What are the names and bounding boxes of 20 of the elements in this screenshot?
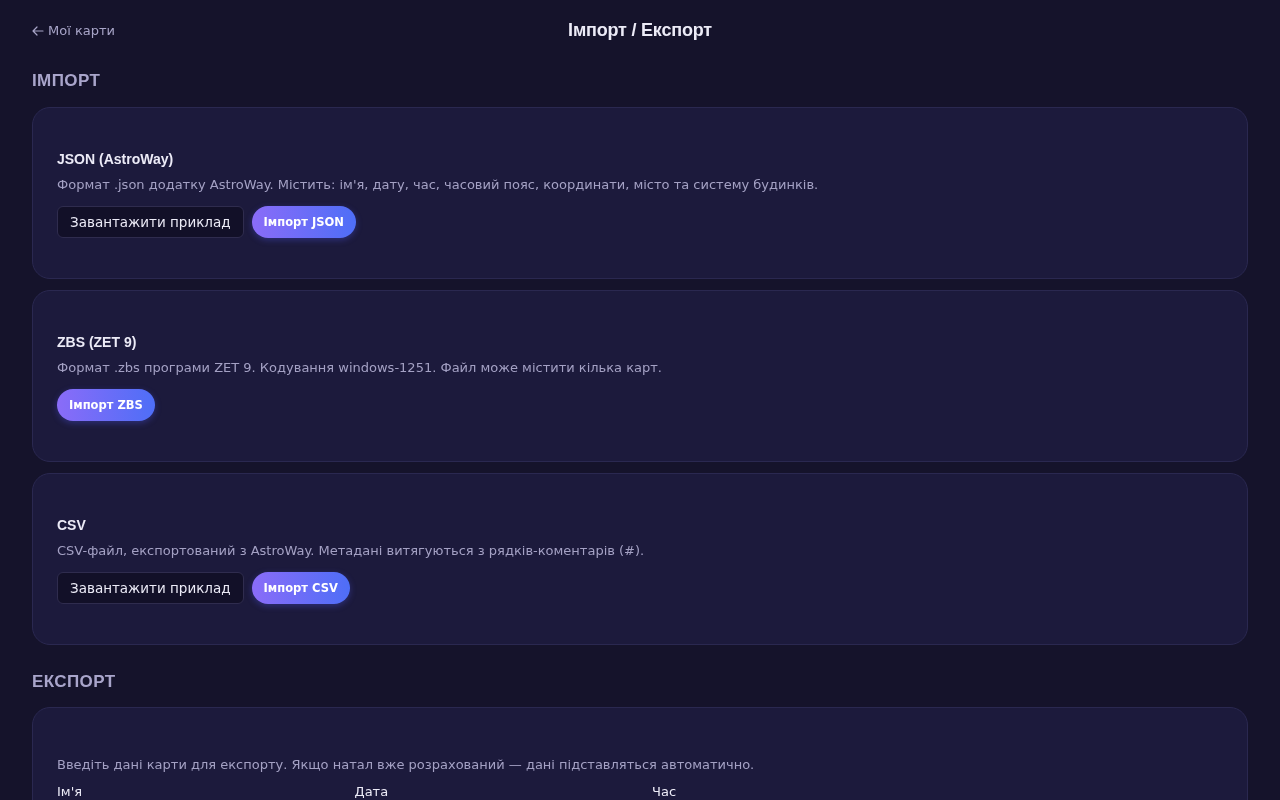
import-button[interactable]: Імпорт CSV (251, 572, 350, 604)
page-title: Імпорт / Експорт (568, 20, 712, 41)
back-link[interactable]: Мої карти (32, 23, 115, 38)
format-description: CSV-файл, експортований з AstroWay. Метадані витягуються з рядків-коментарів (#). (57, 542, 645, 560)
format-description: Формат .zbs програми ZET 9. Кодування windows-1251. Файл може містити кілька карт. (57, 359, 662, 377)
format-title: ZBS (ZET 9) (57, 333, 137, 351)
section-heading: ЕКСПОРТ (32, 672, 116, 692)
format-title: CSV (57, 516, 86, 534)
field-label: Ім'я (57, 784, 83, 800)
arrow-left-icon (32, 25, 44, 36)
section-heading: ІМПОРТ (32, 71, 101, 91)
field-label: Дата (354, 784, 389, 800)
format-description: Формат .json додатку AstroWay. Містить: ім'я, дату, час, часовий пояс, координати, місто та систему будинків. (57, 176, 819, 194)
import-button[interactable]: Імпорт JSON (251, 206, 356, 238)
field-label: Час (652, 784, 677, 800)
export-description: Введіть дані карти для експорту. Якщо натал вже розрахований — дані підставляться автоматично. (57, 756, 755, 774)
format-title: JSON (AstroWay) (57, 150, 174, 168)
download-example-button[interactable]: Завантажити приклад (57, 572, 244, 604)
import-button[interactable]: Імпорт ZBS (57, 389, 155, 421)
download-example-button[interactable]: Завантажити приклад (57, 206, 244, 238)
